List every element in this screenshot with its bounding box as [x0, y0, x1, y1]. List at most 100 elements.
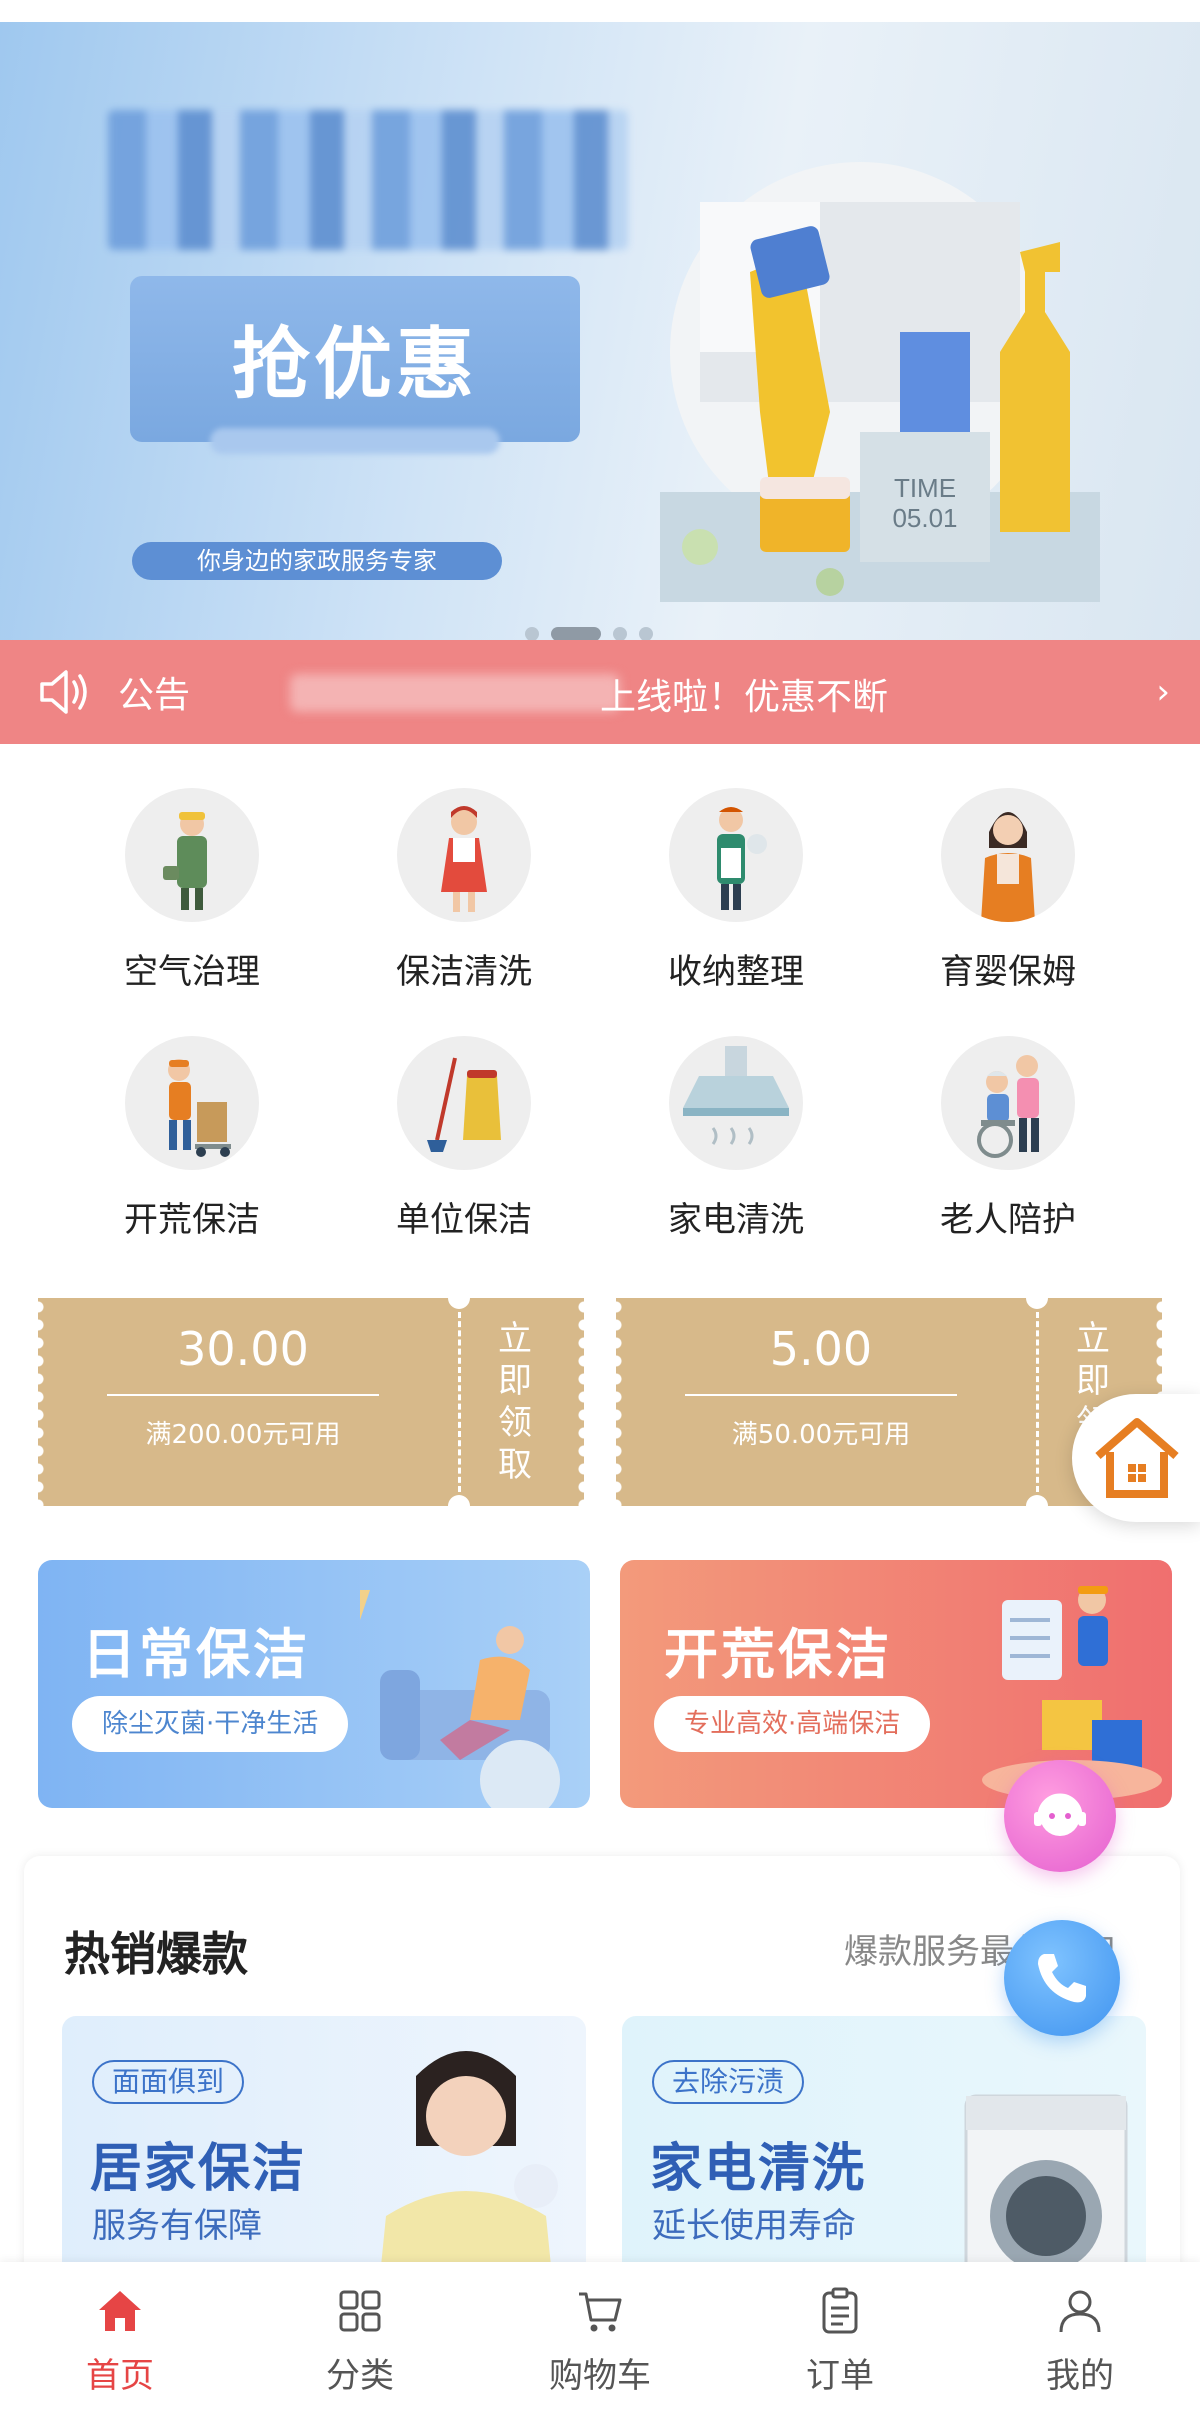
worker-icon [125, 788, 259, 922]
category-office-cleaning[interactable]: 单位保洁 [354, 1036, 574, 1240]
coupon-body: 30.00 满200.00元可用 [38, 1298, 448, 1506]
notice-bar[interactable]: 公告 上线啦！优惠不断 › [0, 640, 1200, 744]
banner-promo-subtext [210, 428, 500, 454]
pagination-dot [639, 627, 653, 640]
user-icon [1059, 2290, 1101, 2333]
coupon-notch [448, 1495, 470, 1517]
hot-card-desc: 服务有保障 [92, 2206, 262, 2246]
washing-machine-photo [964, 2094, 1128, 2296]
coupon-dashed-divider [458, 1312, 461, 1492]
service-banner-daily-cleaning[interactable]: 日常保洁 除尘灭菌·干净生活 [38, 1560, 590, 1808]
cleaner-woman-icon [397, 788, 531, 922]
category-label: 单位保洁 [396, 1200, 532, 1240]
tab-category[interactable]: 分类 [240, 2262, 480, 2416]
pagination-dot [613, 627, 627, 640]
category-cleaning[interactable]: 保洁清洗 [354, 788, 574, 992]
mover-icon [125, 1036, 259, 1170]
category-elderly-care[interactable]: 老人陪护 [898, 1036, 1118, 1240]
home-icon [99, 2291, 141, 2331]
notice-text: 上线啦！优惠不断 [600, 677, 889, 718]
banner-time-label: TIME [894, 473, 956, 503]
hero-banner[interactable]: 抢优惠 你身边的家政服务专家 TIME 05.01 [0, 22, 1200, 640]
coupon-dashed-divider [1036, 1312, 1039, 1492]
coupon-amount: 5.00 [769, 1322, 873, 1376]
tab-label: 分类 [326, 2356, 394, 2396]
category-label: 育婴保姆 [940, 952, 1076, 992]
hot-card-home-cleaning[interactable]: 面面俱到 居家保洁 服务有保障 [62, 2016, 586, 2296]
coupon-divider-line [685, 1394, 957, 1396]
coupon-notch [448, 1287, 470, 1309]
hot-card-title: 居家保洁 [90, 2139, 307, 2199]
order-icon [822, 2287, 858, 2334]
coupon-divider-line [107, 1394, 379, 1396]
banner-pagination [525, 626, 653, 640]
hot-sales-section: 热销爆款 爆款服务最低折扣 面面俱到 居家保洁 服务有保障 去除污渍 家电清洗 … [24, 1856, 1180, 2296]
banner-blurred-title [108, 110, 628, 250]
cleaning-supplies-illustration: TIME 05.01 [660, 162, 1100, 602]
customer-service-button[interactable] [1004, 1760, 1116, 1872]
tab-cart[interactable]: 购物车 [480, 2262, 720, 2416]
coupon-amount: 30.00 [177, 1322, 309, 1376]
service-banner-pill: 专业高效·高端保洁 [654, 1696, 931, 1752]
tab-label: 首页 [86, 2356, 154, 2396]
cleaner-woman-photo [378, 2051, 558, 2296]
coupon-body: 5.00 满50.00元可用 [616, 1298, 1026, 1506]
category-organizing[interactable]: 收纳整理 [626, 788, 846, 992]
notice-label: 公告 [118, 675, 191, 716]
service-banner-pill: 除尘灭菌·干净生活 [72, 1696, 349, 1752]
tab-home[interactable]: 首页 [0, 2262, 240, 2416]
tab-orders[interactable]: 订单 [720, 2262, 960, 2416]
tab-label: 购物车 [549, 2356, 651, 2396]
range-hood-icon [669, 1036, 803, 1170]
category-label: 家电清洗 [668, 1200, 804, 1240]
pagination-dot [525, 627, 539, 640]
category-air-treatment[interactable]: 空气治理 [82, 788, 302, 992]
service-banner-title: 开荒保洁 [664, 1623, 892, 1686]
bottom-tab-bar: 首页 分类 购物车 订单 我的 [0, 2262, 1200, 2416]
tab-label: 订单 [806, 2356, 874, 2396]
category-appliance-cleaning[interactable]: 家电清洗 [626, 1036, 846, 1240]
category-nanny[interactable]: 育婴保姆 [898, 788, 1118, 992]
category-label: 保洁清洗 [396, 952, 532, 992]
banner-promo-text: 抢优惠 [231, 320, 478, 410]
hot-card-title: 家电清洗 [650, 2139, 867, 2199]
coupon-condition: 满50.00元可用 [731, 1420, 911, 1450]
category-label: 老人陪护 [940, 1200, 1076, 1240]
hot-card-desc: 延长使用寿命 [652, 2206, 856, 2246]
service-banner-title: 日常保洁 [82, 1623, 310, 1686]
tab-profile[interactable]: 我的 [960, 2262, 1200, 2416]
grid-icon [339, 2290, 381, 2332]
notice-blurred-text [290, 674, 620, 712]
coupon-card[interactable]: 30.00 满200.00元可用 立即领取 [38, 1287, 584, 1517]
coupon-notch [1026, 1287, 1048, 1309]
hot-card-tag: 面面俱到 [92, 2060, 245, 2104]
sofa-person-illustration [360, 1590, 560, 1808]
organizer-icon [669, 788, 803, 922]
coupon-notch [1026, 1495, 1048, 1517]
category-post-renovation[interactable]: 开荒保洁 [82, 1036, 302, 1240]
hot-card-tag: 去除污渍 [652, 2060, 805, 2104]
category-label: 开荒保洁 [124, 1200, 260, 1240]
category-label: 空气治理 [124, 952, 260, 992]
tab-label: 我的 [1046, 2356, 1114, 2396]
cart-icon [579, 2292, 622, 2332]
hot-card-appliance-cleaning[interactable]: 去除污渍 家电清洗 延长使用寿命 [622, 2016, 1146, 2296]
coupon-condition: 满200.00元可用 [145, 1420, 341, 1450]
section-title: 热销爆款 [64, 1927, 248, 1981]
banner-date-label: 05.01 [892, 503, 957, 533]
claim-coupon-button[interactable]: 立即领取 [490, 1318, 540, 1486]
headset-icon [1034, 1793, 1086, 1836]
mop-bucket-icon [397, 1036, 531, 1170]
phone-call-button[interactable] [1004, 1920, 1120, 2036]
category-grid: 空气治理 保洁清洗 收纳整理 育婴保姆 开荒保洁 单位保洁 家电清洗 老人陪护 [0, 788, 1200, 1248]
banner-promo-box: 抢优惠 [130, 276, 580, 454]
elderly-care-icon [941, 1036, 1075, 1170]
floating-home-button[interactable] [1072, 1394, 1200, 1522]
house-icon [1095, 1418, 1179, 1498]
speaker-icon [40, 670, 87, 714]
chevron-right-icon[interactable]: › [1156, 672, 1170, 712]
category-label: 收纳整理 [668, 952, 804, 992]
banner-tagline: 你身边的家政服务专家 [132, 542, 502, 580]
nanny-icon [941, 788, 1075, 922]
phone-icon [1038, 1954, 1086, 2003]
